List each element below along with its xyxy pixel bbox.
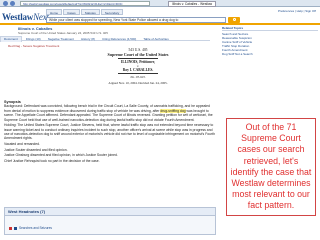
synopsis-dissent-2: Justice Ginsburg dissented and filed opi…: [4, 153, 118, 158]
tab-document[interactable]: Document: [0, 36, 22, 42]
red-flag-notice[interactable]: Red Flag - Severe Negative Treatment: [8, 44, 59, 48]
caption-divider: [118, 73, 158, 74]
westlaw-header: WestlawNext Home Cases Statutes Secondar…: [0, 7, 320, 25]
search-input[interactable]: While your client was stopped for speedi…: [46, 17, 226, 23]
tab-cases[interactable]: Cases: [63, 9, 80, 15]
url-input[interactable]: http://web2.westlaw.com/result/default.w…: [20, 1, 150, 6]
caption-respondent: Roy I. CABALLES.: [122, 68, 154, 72]
topic-icon: [14, 226, 17, 230]
caption-court: Supreme Court of the United States: [107, 52, 169, 57]
headnote-topic: Searches and Seizures: [19, 226, 52, 230]
caption-divider: [118, 58, 158, 59]
headnotes-title[interactable]: West Headnotes (7): [5, 208, 215, 216]
back-icon[interactable]: [3, 1, 8, 6]
search-button[interactable]: [228, 17, 240, 23]
user-links[interactable]: Preferences | Help | Sign Off: [278, 9, 316, 13]
related-topics-rail: Related Topics Search and Seizure Reason…: [222, 26, 318, 74]
callout-text: Out of the 71 Supreme Court cases our se…: [230, 122, 312, 211]
document-tabs: Document Filings (10) Negative Treatment…: [0, 36, 210, 42]
synopsis-background: Background: Defendant was convicted, fol…: [4, 104, 216, 122]
westlaw-tabs: Home Cases Statutes Secondary: [46, 9, 236, 16]
synopsis-holding: Holding: The United States Supreme Court…: [4, 123, 215, 141]
synopsis-disposition: Vacated and remanded.: [4, 142, 40, 147]
tab-statutes[interactable]: Statutes: [80, 9, 100, 15]
synopsis-section: Synopsis Background: Defendant was convi…: [4, 100, 216, 164]
rail-heading: Related Topics: [222, 26, 318, 31]
west-headnotes-box: West Headnotes (7) Searches and Seizures: [4, 207, 216, 235]
search-icon: [232, 18, 236, 21]
westlaw-logo[interactable]: WestlawNext: [2, 12, 49, 22]
case-header: Illinois v. Caballes Supreme Court of th…: [0, 26, 210, 35]
tab-filings[interactable]: Filings (10): [23, 37, 44, 42]
headnote-item[interactable]: Searches and Seizures: [9, 226, 52, 230]
tab-home[interactable]: Home: [46, 9, 63, 15]
case-caption: 543 U.S. 405 Supreme Court of the United…: [88, 48, 188, 85]
forward-icon[interactable]: [10, 1, 15, 6]
caption-dates: Argued Nov. 10, 2004. Decided Jan. 24, 2…: [108, 81, 168, 85]
synopsis-dissent-1: Justice Souter dissented and filed opini…: [4, 147, 68, 152]
tab-secondary[interactable]: Secondary: [100, 9, 124, 15]
tab-history[interactable]: History (8): [78, 37, 98, 42]
browser-address-bar: http://web2.westlaw.com/result/default.w…: [0, 0, 320, 7]
case-subtitle: Supreme Court of the United States Janua…: [18, 31, 108, 35]
logo-main: Westlaw: [2, 12, 34, 22]
caption-docket: No. 03-923.: [130, 75, 146, 79]
tab-table-of-authorities[interactable]: Table of Authorities: [140, 37, 171, 42]
rail-item[interactable]: Dog Sniff Not a Search: [222, 52, 318, 56]
tab-citing-references[interactable]: Citing References (4,500): [99, 37, 139, 42]
key-number-icon: [9, 226, 12, 230]
search-term-highlight: drug-sniffing dog: [160, 108, 186, 113]
synopsis-recusal: Chief Justice Rehnquist took no part in …: [4, 158, 100, 163]
annotation-callout: Out of the 71 Supreme Court cases our se…: [226, 118, 316, 216]
tab-negative-treatment[interactable]: Negative Treatment: [45, 37, 77, 42]
